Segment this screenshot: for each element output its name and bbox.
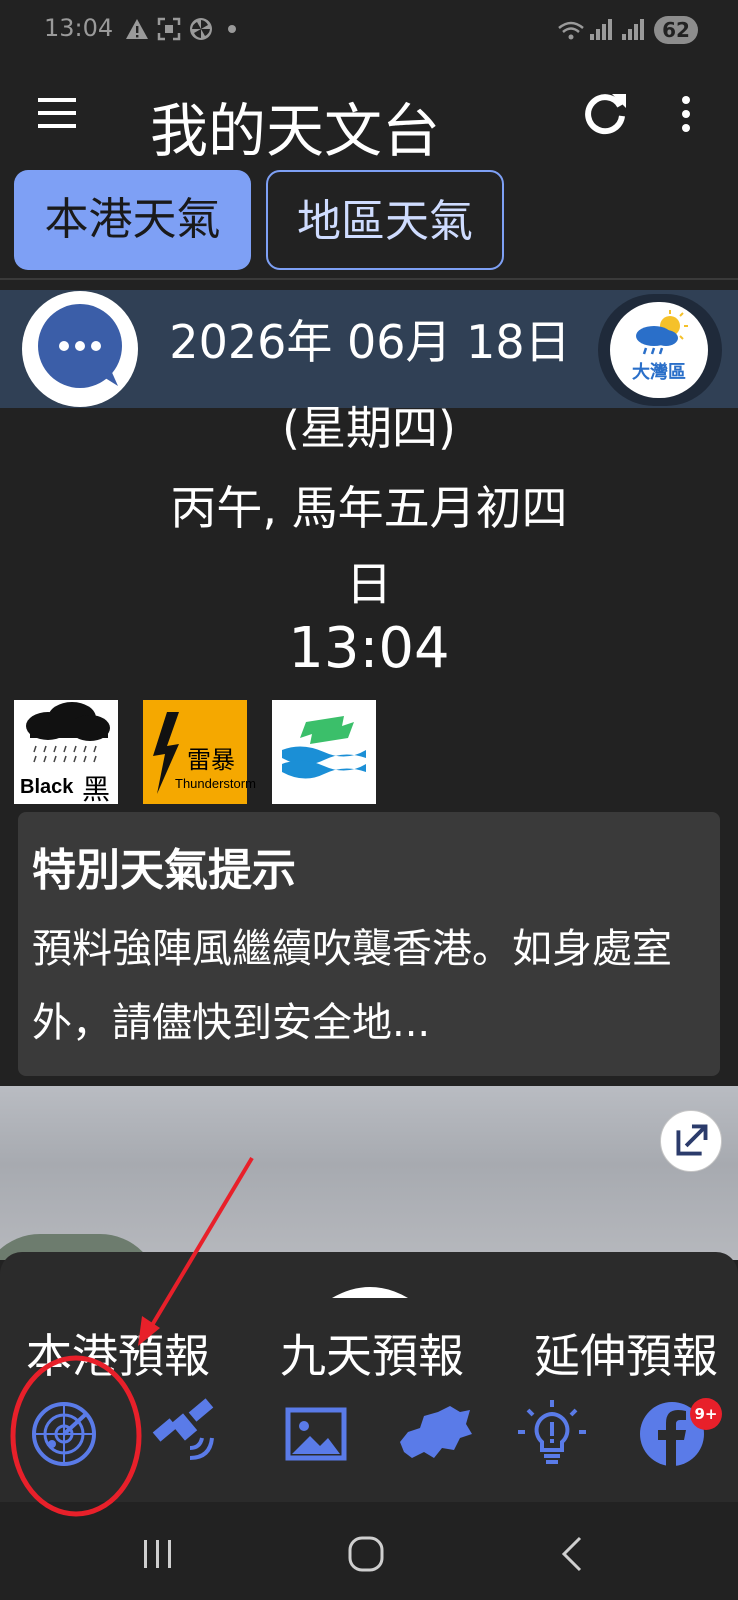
divider <box>0 278 738 280</box>
back-icon[interactable] <box>552 1532 596 1576</box>
current-time: 13:04 <box>288 616 450 681</box>
warning-label-en: Thunderstorm <box>175 776 256 791</box>
status-time: 13:04 <box>44 14 114 42</box>
black-rainstorm-warning-icon[interactable]: Black 黑 <box>14 700 118 806</box>
expand-handle-icon[interactable] <box>332 1282 408 1300</box>
lunar-date: 丙午, 馬年五月初四 日 <box>0 470 738 622</box>
tab-local-weather[interactable]: 本港天氣 <box>14 170 251 270</box>
photo-icon[interactable] <box>280 1398 352 1470</box>
screenshot-icon <box>157 17 181 41</box>
home-icon[interactable] <box>344 1532 388 1576</box>
pinwheel-icon <box>190 18 212 40</box>
more-vert-icon[interactable] <box>676 92 696 136</box>
radar-icon[interactable] <box>28 1398 100 1470</box>
recent-apps-icon[interactable] <box>136 1532 180 1576</box>
thunderstorm-warning-icon[interactable]: 雷暴 Thunderstorm <box>143 700 256 804</box>
tab-nine-day-forecast[interactable]: 九天預報 <box>280 1320 464 1386</box>
gba-label: 大灣區 <box>632 362 686 383</box>
battery-indicator: 62 <box>654 16 698 44</box>
warning-label-zh: 雷暴 <box>187 746 235 774</box>
tab-extended-forecast[interactable]: 延伸預報 <box>534 1320 718 1386</box>
chat-icon[interactable] <box>18 290 142 408</box>
cloud-rain-sun-icon <box>636 310 688 355</box>
lunar-date-line-2: 日 <box>346 557 392 611</box>
warning-label-en: Black <box>20 776 74 798</box>
open-external-icon[interactable] <box>660 1110 722 1172</box>
signal-icon <box>590 19 612 40</box>
weekday-text: (星期四) <box>282 401 456 455</box>
menu-icon[interactable] <box>34 92 82 136</box>
tab-local-forecast[interactable]: 本港預報 <box>26 1320 210 1386</box>
monsoon-signal-graphic <box>282 716 366 779</box>
lunar-date-line-1: 丙午, 馬年五月初四 <box>170 481 568 535</box>
satellite-icon[interactable] <box>150 1398 222 1470</box>
app-title: 我的天文台 <box>150 97 441 165</box>
tips-title: 特別天氣提示 <box>32 845 296 896</box>
tab-regional-weather[interactable]: 地區天氣 <box>266 170 504 270</box>
special-weather-tips-card[interactable]: 特別天氣提示 預料強陣風繼續吹襲香港。如身處室外，請儘快到安全地... <box>18 812 720 1076</box>
refresh-icon[interactable] <box>578 86 632 140</box>
status-bar: 13:04 62 <box>0 0 738 62</box>
gba-badge: 大灣區 <box>610 302 708 398</box>
weather-photo[interactable] <box>0 1086 738 1260</box>
warning-icon <box>126 19 148 39</box>
monsoon-signal-icon[interactable] <box>272 700 376 804</box>
signal-roaming-icon <box>622 19 644 40</box>
dot-icon <box>228 25 236 33</box>
hk-map-icon[interactable] <box>394 1398 474 1470</box>
warning-label-zh: 黑 <box>82 773 111 806</box>
lightbulb-icon[interactable] <box>516 1398 588 1470</box>
tips-body: 預料強陣風繼續吹襲香港。如身處室外，請儘快到安全地... <box>32 926 672 1046</box>
notification-badge: 9+ <box>690 1398 722 1430</box>
date-text: 2026年 06月 18日 <box>169 315 571 369</box>
greater-bay-area-button[interactable]: 大灣區 <box>598 294 722 406</box>
wifi-icon <box>558 21 584 40</box>
